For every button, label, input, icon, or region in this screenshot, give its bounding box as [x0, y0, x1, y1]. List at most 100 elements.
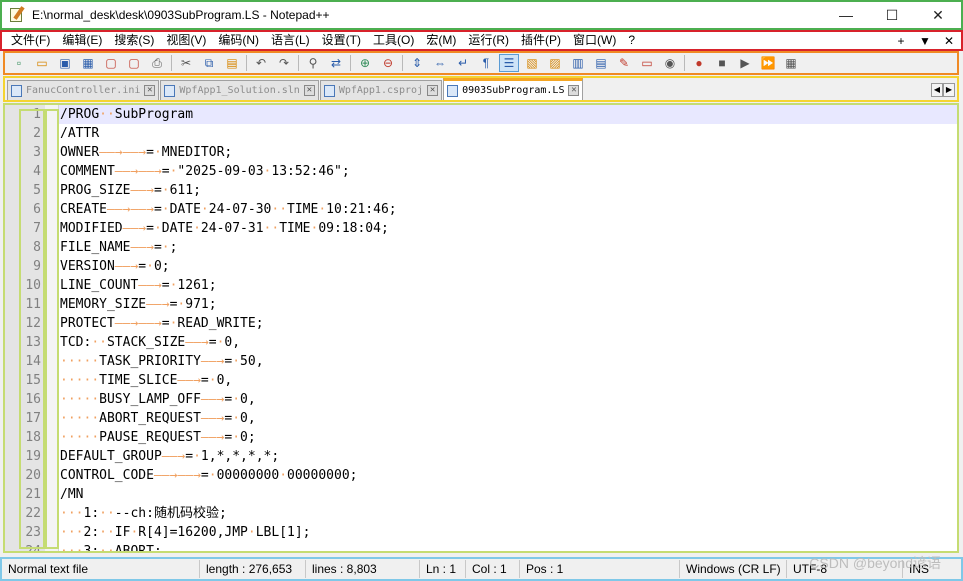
folder-workspace-icon[interactable]: ▤ — [591, 54, 611, 72]
tab-close-icon[interactable]: ✕ — [568, 85, 580, 96]
code-line[interactable]: 15 ·····TIME_SLICE——→=·0, — [5, 371, 957, 390]
line-text: ···2:··IF·R[4]=16200,JMP·LBL[1]; — [60, 525, 311, 540]
open-file-icon[interactable]: ▭ — [32, 54, 52, 72]
close-file-icon[interactable]: ▢ — [101, 54, 121, 72]
code-line[interactable]: 14 ·····TASK_PRIORITY——→=·50, — [5, 352, 957, 371]
menu-item-8[interactable]: 宏(M) — [420, 32, 462, 49]
gutter-highlight-frame — [19, 109, 45, 549]
code-line[interactable]: 10 LINE_COUNT——→=·1261; — [5, 276, 957, 295]
record-macro-icon[interactable]: ● — [689, 54, 709, 72]
user-language-icon[interactable]: ▧ — [522, 54, 542, 72]
function-list-icon[interactable]: ▥ — [568, 54, 588, 72]
editor-area[interactable]: 1/PROG··SubProgram 2/ATTR 3 OWNER——→——→=·MN… — [3, 103, 959, 553]
code-line[interactable]: 7 MODIFIED——→=·DATE·24-07-31··TIME·09:18:… — [5, 219, 957, 238]
monitoring-icon[interactable]: ◉ — [660, 54, 680, 72]
code-line[interactable]: 24 ···3:··ABORT; — [5, 542, 957, 551]
tab-scroll-right-button[interactable]: ▶ — [943, 83, 955, 97]
code-line[interactable]: 18 ·····PAUSE_REQUEST——→=·0; — [5, 428, 957, 447]
print-icon[interactable]: ⎙ — [147, 54, 167, 72]
status-eol[interactable]: Windows (CR LF) — [680, 560, 787, 578]
code-line[interactable]: 4 COMMENT——→——→=·"2025-09-03·13:52:46"; — [5, 162, 957, 181]
minimize-button[interactable]: — — [823, 1, 869, 29]
menu-list-button[interactable]: ▼ — [913, 34, 937, 48]
stop-macro-icon[interactable]: ■ — [712, 54, 732, 72]
toolbar-separator — [684, 55, 685, 71]
paste-icon[interactable]: ▤ — [222, 54, 242, 72]
save-macro-icon[interactable]: ▦ — [781, 54, 801, 72]
line-text: TCD:··STACK_SIZE——→=·0, — [60, 335, 241, 350]
line-text: PROG_SIZE——→=·611; — [60, 183, 201, 198]
tab-close-icon[interactable]: ✕ — [303, 85, 315, 96]
line-text: /MN — [60, 487, 84, 502]
tab-1[interactable]: WpfApp1_Solution.sln ✕ — [160, 80, 319, 100]
toolbar-separator — [402, 55, 403, 71]
menu-item-10[interactable]: 插件(P) — [515, 32, 567, 49]
code-line[interactable]: 13 TCD:··STACK_SIZE——→=·0, — [5, 333, 957, 352]
code-line[interactable]: 20 CONTROL_CODE——→——→=·00000000·00000000; — [5, 466, 957, 485]
tab-0[interactable]: FanucController.ini ✕ — [7, 80, 160, 100]
replace-icon[interactable]: ⇄ — [326, 54, 346, 72]
code-line[interactable]: 9 VERSION——→=·0; — [5, 257, 957, 276]
indent-guide-icon[interactable]: ☰ — [499, 54, 519, 72]
menu-item-9[interactable]: 运行(R) — [462, 32, 515, 49]
code-line[interactable]: 22 ···1:··--ch:随机码校验; — [5, 504, 957, 523]
title-bar[interactable]: E:\normal_desk\desk\0903SubProgram.LS - … — [0, 0, 963, 30]
menu-item-5[interactable]: 语言(L) — [265, 32, 316, 49]
run-macro-multiple-icon[interactable]: ⏩ — [758, 54, 778, 72]
save-icon[interactable]: ▣ — [55, 54, 75, 72]
status-col: Col : 1 — [466, 560, 520, 578]
tab-3[interactable]: 0903SubProgram.LS ✕ — [443, 78, 584, 100]
code-line[interactable]: 19 DEFAULT_GROUP——→=·1,*,*,*,*; — [5, 447, 957, 466]
menu-close-button[interactable]: ✕ — [937, 34, 961, 48]
folder-icon[interactable]: ▭ — [637, 54, 657, 72]
find-icon[interactable]: ⚲ — [303, 54, 323, 72]
tab-close-icon[interactable]: ✕ — [144, 85, 156, 96]
redo-icon[interactable]: ↷ — [274, 54, 294, 72]
code-line[interactable]: 2/ATTR — [5, 124, 957, 143]
code-line[interactable]: 6 CREATE——→——→=·DATE·24-07-30··TIME·10:21… — [5, 200, 957, 219]
code-line[interactable]: 23 ···2:··IF·R[4]=16200,JMP·LBL[1]; — [5, 523, 957, 542]
word-wrap-icon[interactable]: ↵ — [453, 54, 473, 72]
code-line[interactable]: 12 PROTECT——→——→=·READ_WRITE; — [5, 314, 957, 333]
code-line[interactable]: 1/PROG··SubProgram — [5, 105, 957, 124]
document-map-icon[interactable]: ▨ — [545, 54, 565, 72]
tab-close-icon[interactable]: ✕ — [427, 85, 439, 96]
code-line[interactable]: 8 FILE_NAME——→=·; — [5, 238, 957, 257]
zoom-in-icon[interactable]: ⊕ — [355, 54, 375, 72]
play-macro-icon[interactable]: ▶ — [735, 54, 755, 72]
menu-item-11[interactable]: 窗口(W) — [567, 32, 622, 49]
show-all-chars-icon[interactable]: ¶ — [476, 54, 496, 72]
tab-label: 0903SubProgram.LS — [462, 85, 565, 96]
code-line[interactable]: 3 OWNER——→——→=·MNEDITOR; — [5, 143, 957, 162]
maximize-button[interactable]: ☐ — [869, 1, 915, 29]
cut-icon[interactable]: ✂ — [176, 54, 196, 72]
menu-item-6[interactable]: 设置(T) — [316, 32, 367, 49]
project-panel-icon[interactable]: ✎ — [614, 54, 634, 72]
sync-horizontal-icon[interactable]: ⇔ — [430, 54, 450, 72]
sync-vertical-icon[interactable]: ⇕ — [407, 54, 427, 72]
close-all-icon[interactable]: ▢ — [124, 54, 144, 72]
menu-item-12[interactable]: ? — [622, 32, 641, 49]
code-line[interactable]: 5 PROG_SIZE——→=·611; — [5, 181, 957, 200]
code-line[interactable]: 11 MEMORY_SIZE——→=·971; — [5, 295, 957, 314]
menu-item-0[interactable]: 文件(F) — [5, 32, 56, 49]
code-line[interactable]: 17 ·····ABORT_REQUEST——→=·0, — [5, 409, 957, 428]
copy-icon[interactable]: ⧉ — [199, 54, 219, 72]
zoom-out-icon[interactable]: ⊖ — [378, 54, 398, 72]
menu-item-3[interactable]: 视图(V) — [160, 32, 212, 49]
code-line[interactable]: 21/MN — [5, 485, 957, 504]
new-file-icon[interactable]: ▫ — [9, 54, 29, 72]
status-bar: Normal text file length : 276,653 lines … — [0, 555, 963, 581]
menu-item-4[interactable]: 编码(N) — [212, 32, 265, 49]
tab-scroll-left-button[interactable]: ◀ — [931, 83, 943, 97]
undo-icon[interactable]: ↶ — [251, 54, 271, 72]
save-all-icon[interactable]: ▦ — [78, 54, 98, 72]
code-line[interactable]: 16 ·····BUSY_LAMP_OFF——→=·0, — [5, 390, 957, 409]
window-title: E:\normal_desk\desk\0903SubProgram.LS - … — [32, 8, 330, 22]
menu-item-7[interactable]: 工具(O) — [367, 32, 420, 49]
menu-item-2[interactable]: 搜索(S) — [108, 32, 160, 49]
menu-item-1[interactable]: 编辑(E) — [56, 32, 108, 49]
close-window-button[interactable]: ✕ — [915, 1, 961, 29]
menu-add-button[interactable]: + — [889, 34, 913, 48]
tab-2[interactable]: WpfApp1.csproj ✕ — [319, 80, 443, 100]
